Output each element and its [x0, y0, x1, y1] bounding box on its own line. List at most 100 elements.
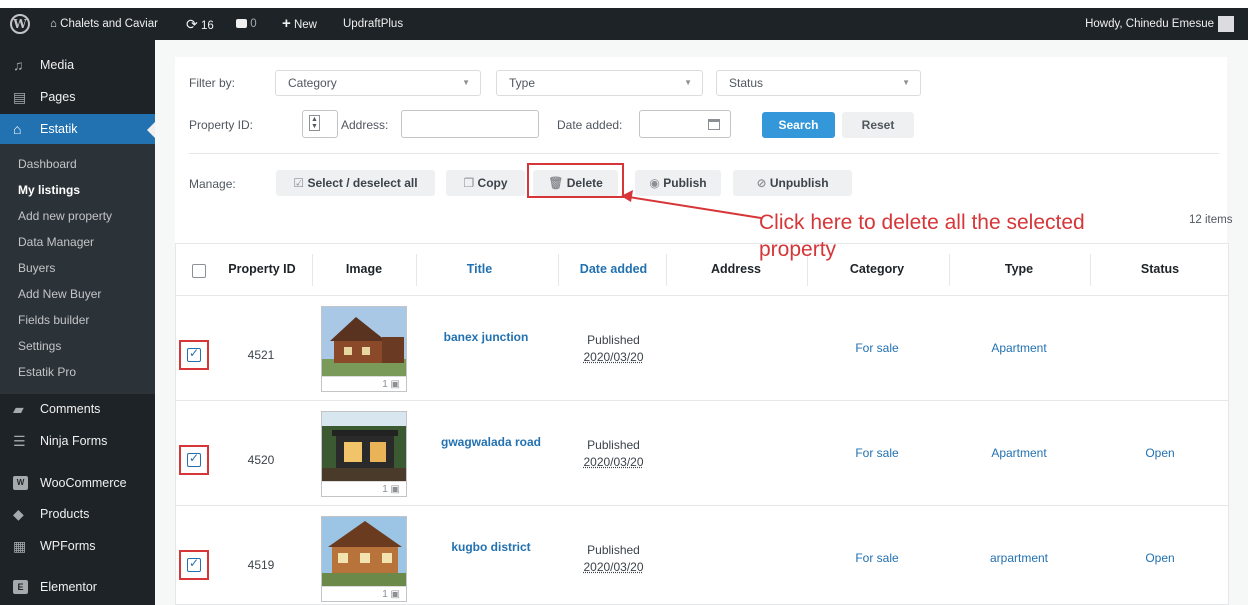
- image-count: 1 ▣: [322, 586, 406, 601]
- home-icon: ⌂: [50, 18, 57, 30]
- column-header-property-id[interactable]: Property ID: [212, 244, 312, 295]
- property-id-stepper[interactable]: ▲ ▼: [302, 110, 338, 138]
- menu-media-label: Media: [40, 58, 75, 72]
- menu-pages-label: Pages: [40, 90, 76, 104]
- reset-button[interactable]: Reset: [842, 112, 914, 138]
- date-added: 2020/03/20: [583, 455, 644, 469]
- publish-status: Published: [587, 333, 640, 347]
- updraftplus-link[interactable]: UpdraftPlus: [343, 8, 403, 40]
- menu-wpforms-label: WPForms: [40, 539, 96, 553]
- submenu-my-listings[interactable]: My listings: [18, 181, 80, 199]
- publish-status: Published: [587, 438, 640, 452]
- date-added-input[interactable]: [639, 110, 731, 138]
- menu-wpforms[interactable]: ▦ WPForms: [0, 531, 155, 561]
- property-photo: [322, 412, 406, 482]
- chevron-down-icon: ▼: [684, 78, 692, 87]
- menu-comments[interactable]: ▰ Comments: [0, 394, 155, 424]
- submenu-add-new-property[interactable]: Add new property: [18, 207, 112, 225]
- chevron-down-icon: ▼: [462, 78, 470, 87]
- my-account-link[interactable]: Howdy, Chinedu Emesue: [1085, 8, 1234, 40]
- property-title-link[interactable]: kugbo district: [426, 540, 556, 554]
- estatik-submenu: Dashboard My listings Add new property D…: [0, 144, 155, 394]
- updates-link[interactable]: ⟳ 16: [186, 8, 214, 40]
- column-header-title[interactable]: Title: [426, 244, 533, 295]
- submenu-settings[interactable]: Settings: [18, 337, 61, 355]
- category-select[interactable]: Category ▼: [275, 70, 481, 96]
- filter-by-label: Filter by:: [189, 76, 236, 90]
- menu-estatik[interactable]: ⌂ Estatik: [0, 114, 155, 144]
- type-link[interactable]: Apartment: [951, 446, 1087, 460]
- ninja-forms-icon: ☰: [13, 433, 26, 449]
- table-row: 4520 1 ▣ gwagwalada road Published: [176, 400, 1228, 505]
- column-separator: [312, 254, 313, 286]
- site-name: Chalets and Caviar: [60, 18, 158, 30]
- submenu-add-new-buyer[interactable]: Add New Buyer: [18, 285, 101, 303]
- status-select[interactable]: Status ▼: [716, 70, 921, 96]
- menu-media[interactable]: ♫ Media: [0, 50, 155, 80]
- status-link[interactable]: Open: [1092, 446, 1228, 460]
- items-count: 12 items: [1189, 214, 1233, 226]
- type-select[interactable]: Type ▼: [496, 70, 703, 96]
- property-thumbnail[interactable]: 1 ▣: [321, 516, 407, 602]
- menu-elementor-label: Elementor: [40, 580, 97, 594]
- copy-label: Copy: [477, 176, 508, 190]
- menu-pages[interactable]: ▤ Pages: [0, 82, 155, 112]
- column-separator: [1090, 254, 1091, 286]
- property-thumbnail[interactable]: 1 ▣: [321, 411, 407, 497]
- property-title-link[interactable]: banex junction: [426, 330, 546, 344]
- menu-products[interactable]: ◆ Products: [0, 499, 155, 529]
- image-count-value: 1: [382, 379, 388, 390]
- property-thumbnail[interactable]: 1 ▣: [321, 306, 407, 392]
- copy-icon: ❐: [463, 176, 475, 190]
- column-header-type: Type: [1004, 262, 1034, 276]
- menu-woocommerce[interactable]: W WooCommerce: [0, 468, 155, 498]
- select-all-checkbox[interactable]: [192, 264, 206, 278]
- media-icon: ♫: [13, 57, 24, 73]
- menu-ninja-forms[interactable]: ☰ Ninja Forms: [0, 426, 155, 456]
- column-header-image: Image: [345, 262, 383, 276]
- menu-woocommerce-label: WooCommerce: [40, 476, 127, 490]
- date-added: 2020/03/20: [583, 350, 644, 364]
- updates-count: 16: [200, 20, 214, 32]
- search-button[interactable]: Search: [762, 112, 835, 138]
- property-title-link[interactable]: gwagwalada road: [426, 435, 556, 449]
- house-icon: ⌂: [13, 121, 22, 137]
- submenu-dashboard[interactable]: Dashboard: [18, 155, 77, 173]
- category-link[interactable]: For sale: [809, 341, 945, 355]
- elementor-icon: E: [13, 580, 28, 594]
- address-input[interactable]: [401, 110, 539, 138]
- row-checkbox[interactable]: [187, 346, 201, 362]
- row-checkbox[interactable]: [187, 451, 201, 467]
- comments-icon: ▰: [13, 401, 24, 417]
- camera-icon: ▣: [390, 484, 400, 495]
- submenu-estatik-pro[interactable]: Estatik Pro: [18, 363, 76, 381]
- new-content-link[interactable]: + New: [282, 8, 317, 40]
- wordpress-logo-icon[interactable]: W: [10, 8, 30, 40]
- status-link[interactable]: Open: [1092, 551, 1228, 565]
- property-id-label: Property ID:: [189, 118, 254, 132]
- column-header-status: Status: [1140, 262, 1180, 276]
- annotation-text-line1: Click here to delete all the selected: [759, 211, 1085, 234]
- column-header-date-added[interactable]: Date added: [560, 244, 667, 295]
- property-id: 4519: [247, 558, 275, 572]
- category-link[interactable]: For sale: [809, 551, 945, 565]
- howdy-text: Howdy, Chinedu Emesue: [1085, 18, 1214, 30]
- plus-icon: +: [282, 15, 291, 32]
- menu-elementor[interactable]: E Elementor: [0, 572, 155, 602]
- row-checkbox[interactable]: [187, 556, 201, 572]
- table-row: 4521 1 ▣ banex junction Published 2: [176, 295, 1228, 400]
- publish-status: Published: [587, 543, 640, 557]
- submenu-buyers[interactable]: Buyers: [18, 259, 55, 277]
- select-all-label: Select / deselect all: [307, 176, 418, 190]
- property-id: 4520: [247, 453, 275, 467]
- comments-link[interactable]: 0: [236, 8, 257, 40]
- type-link[interactable]: arpartment: [951, 551, 1087, 565]
- new-label: New: [293, 19, 317, 31]
- submenu-fields-builder[interactable]: Fields builder: [18, 311, 89, 329]
- select-deselect-all-button[interactable]: ☑ Select / deselect all: [276, 170, 435, 196]
- copy-button[interactable]: ❐ Copy: [446, 170, 525, 196]
- type-link[interactable]: Apartment: [951, 341, 1087, 355]
- submenu-data-manager[interactable]: Data Manager: [18, 233, 94, 251]
- category-link[interactable]: For sale: [809, 446, 945, 460]
- site-name-link[interactable]: ⌂ Chalets and Caviar: [50, 8, 158, 40]
